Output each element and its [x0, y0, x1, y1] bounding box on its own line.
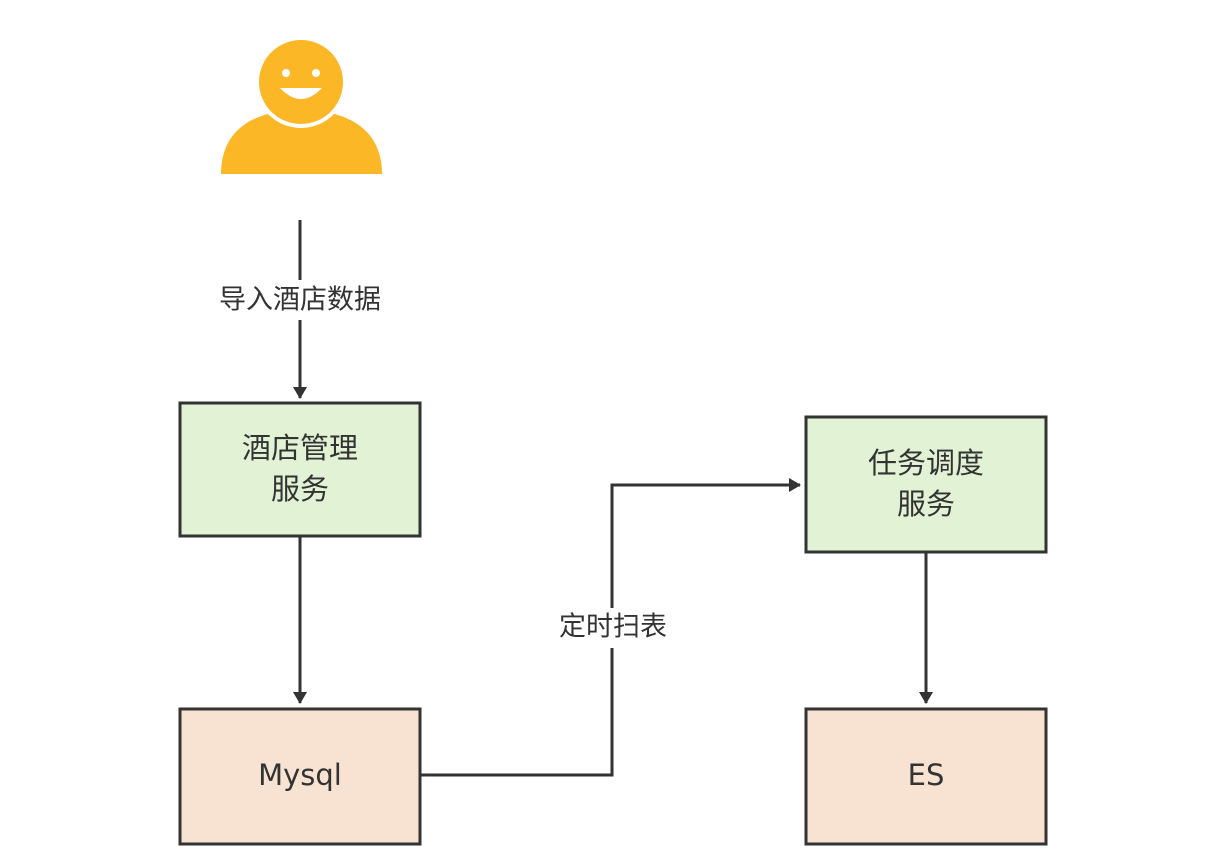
architecture-diagram: 导入酒店数据 酒店管理 服务 Mysql 定时扫表 任务调度 服务 ES: [178, 36, 1048, 846]
node-mysql[interactable]: Mysql: [178, 707, 422, 846]
node-task-scheduling-label-line1: 任务调度: [868, 446, 984, 480]
node-task-scheduling-service[interactable]: 任务调度 服务: [804, 415, 1048, 554]
edge-import-label: 导入酒店数据: [219, 285, 381, 316]
node-task-scheduling-box: [804, 415, 1048, 554]
node-mysql-label: Mysql: [258, 758, 342, 792]
smiling-user-icon: [221, 36, 382, 174]
user-left-eye: [282, 69, 290, 77]
node-hotel-management-label-line2: 服务: [271, 472, 329, 506]
node-hotel-management-label-line1: 酒店管理: [242, 431, 358, 465]
edge-scan-label: 定时扫表: [559, 612, 667, 643]
node-es[interactable]: ES: [804, 707, 1048, 846]
user-head: [255, 36, 347, 128]
node-hotel-management-box: [178, 401, 422, 538]
node-hotel-management-service[interactable]: 酒店管理 服务: [178, 401, 422, 538]
node-task-scheduling-label-line2: 服务: [897, 487, 955, 521]
node-es-label: ES: [908, 758, 945, 792]
user-right-eye: [312, 69, 320, 77]
